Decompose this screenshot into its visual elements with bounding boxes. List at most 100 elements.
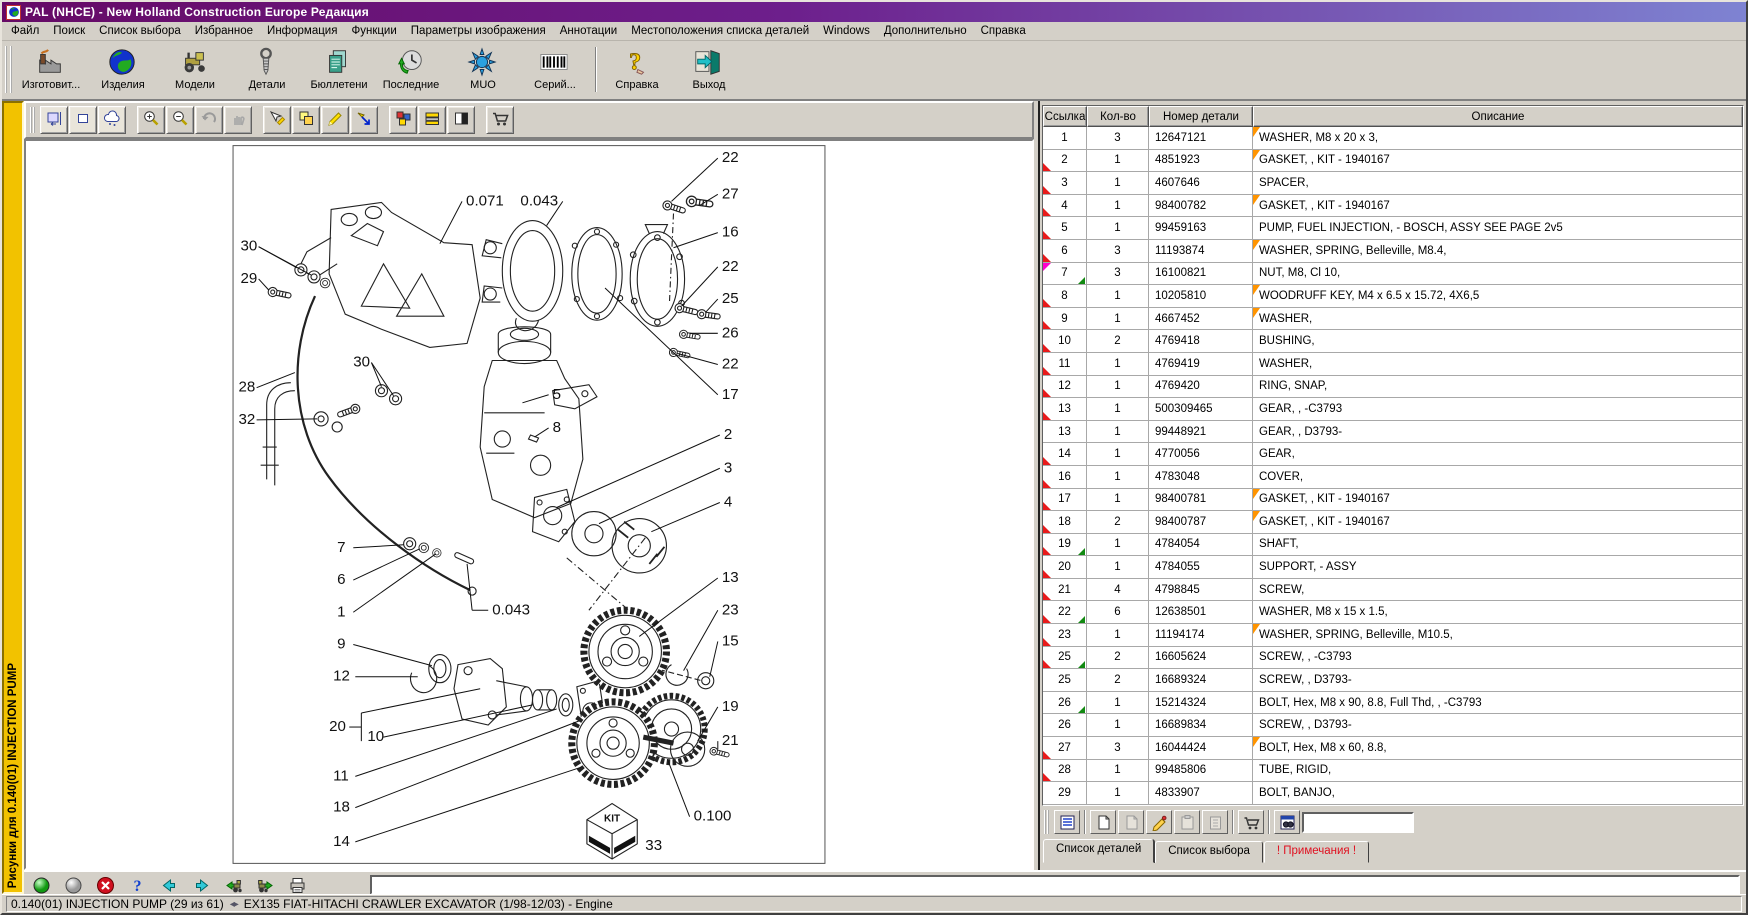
recent-button[interactable]: Последние bbox=[375, 43, 447, 96]
tab-2[interactable]: ! Примечания ! bbox=[1264, 841, 1369, 863]
table-row[interactable]: 23111194174WASHER, SPRING, Belleville, M… bbox=[1043, 624, 1743, 647]
table-row[interactable]: 1024769418BUSHING, bbox=[1043, 330, 1743, 353]
menu-item-параметры-изображения[interactable]: Параметры изображения bbox=[404, 23, 553, 39]
tab-1[interactable]: Список выбора bbox=[1155, 841, 1263, 863]
table-row[interactable]: 7316100821NUT, M8, Cl 10, bbox=[1043, 263, 1743, 286]
close-drawing-icon[interactable] bbox=[94, 874, 116, 896]
help-question-icon[interactable]: ? bbox=[126, 874, 148, 896]
back-arrow-button[interactable] bbox=[158, 874, 180, 896]
table-row[interactable]: 1114769419WASHER, bbox=[1043, 353, 1743, 376]
column-header-1[interactable]: Кол-во bbox=[1087, 106, 1149, 127]
table-row[interactable]: 131500309465GEAR, , -C3793 bbox=[1043, 398, 1743, 421]
delete-note-button[interactable] bbox=[1202, 810, 1228, 834]
copy-note-button[interactable] bbox=[1118, 810, 1144, 834]
footer-grip[interactable] bbox=[1044, 810, 1049, 834]
status-green-indicator[interactable] bbox=[30, 874, 52, 896]
list-view-button[interactable] bbox=[1054, 810, 1080, 834]
next-model-button[interactable] bbox=[254, 874, 276, 896]
table-row[interactable]: 1414770056GEAR, bbox=[1043, 443, 1743, 466]
menu-item-дополнительно[interactable]: Дополнительно bbox=[877, 23, 974, 39]
part-filter-input[interactable] bbox=[1302, 812, 1414, 833]
tab-0[interactable]: Список деталей bbox=[1043, 839, 1154, 863]
menu-item-список-выбора[interactable]: Список выбора bbox=[92, 23, 188, 39]
bulletins-button[interactable]: Бюллетени bbox=[303, 43, 375, 96]
table-row[interactable]: 1214769420RING, SNAP, bbox=[1043, 376, 1743, 399]
table-row[interactable]: 13199448921GEAR, , D3793- bbox=[1043, 421, 1743, 444]
muo-button[interactable]: MUO bbox=[447, 43, 519, 96]
prev-model-button[interactable] bbox=[222, 874, 244, 896]
cart-button[interactable] bbox=[1238, 810, 1264, 834]
menu-item-справка[interactable]: Справка bbox=[974, 23, 1033, 39]
paste-note-button[interactable] bbox=[1174, 810, 1200, 834]
table-row[interactable]: 1614783048COVER, bbox=[1043, 466, 1743, 489]
add-to-cart-button[interactable] bbox=[486, 106, 514, 134]
table-row[interactable]: 18298400787GASKET, , KIT - 1940167 bbox=[1043, 511, 1743, 534]
print-button[interactable] bbox=[286, 874, 308, 896]
annotate-button[interactable] bbox=[263, 106, 291, 134]
exit-button[interactable]: Выход bbox=[673, 43, 745, 96]
table-row[interactable]: 2914833907BOLT, BANJO, bbox=[1043, 782, 1743, 805]
manufacturers-button[interactable]: Изготовит... bbox=[15, 43, 87, 96]
fit-width-button[interactable] bbox=[69, 106, 97, 134]
menu-item-местоположения-списка-деталей[interactable]: Местоположения списка деталей bbox=[624, 23, 816, 39]
table-row[interactable]: 314607646SPACER, bbox=[1043, 172, 1743, 195]
zoom-in-button[interactable] bbox=[137, 106, 165, 134]
zoom-out-button[interactable] bbox=[166, 106, 194, 134]
table-row[interactable]: 914667452WASHER, bbox=[1043, 308, 1743, 331]
table-row[interactable]: 8110205810WOODRUFF KEY, M4 x 6.5 x 15.72… bbox=[1043, 285, 1743, 308]
toolbar-grip[interactable] bbox=[5, 46, 12, 93]
ref-cell: 5 bbox=[1043, 217, 1087, 240]
help-button[interactable]: ?Справка bbox=[601, 43, 673, 96]
table-row[interactable]: 214851923GASKET, , KIT - 1940167 bbox=[1043, 150, 1743, 173]
edit-note-button[interactable] bbox=[1146, 810, 1172, 834]
image-options-button[interactable] bbox=[389, 106, 417, 134]
menu-item-избранное[interactable]: Избранное bbox=[188, 23, 260, 39]
table-row[interactable]: 22612638501WASHER, M8 x 15 x 1.5, bbox=[1043, 601, 1743, 624]
menu-item-windows[interactable]: Windows bbox=[816, 23, 877, 39]
svg-text:0.071: 0.071 bbox=[466, 192, 504, 209]
parts-button[interactable]: Детали bbox=[231, 43, 303, 96]
copy-region-button[interactable] bbox=[292, 106, 320, 134]
invert-button[interactable] bbox=[447, 106, 475, 134]
table-row[interactable]: 1914784054SHAFT, bbox=[1043, 534, 1743, 557]
menu-item-файл[interactable]: Файл bbox=[4, 23, 46, 39]
serial-button[interactable]: Серий... bbox=[519, 43, 591, 96]
menu-item-поиск[interactable]: Поиск bbox=[46, 23, 92, 39]
pan-button[interactable] bbox=[224, 106, 252, 134]
table-row[interactable]: 26116689834SCREW, , D3793- bbox=[1043, 714, 1743, 737]
table-row[interactable]: 5199459163PUMP, FUEL INJECTION, - BOSCH,… bbox=[1043, 217, 1743, 240]
draw-arrow-button[interactable] bbox=[350, 106, 378, 134]
status-gray-indicator[interactable] bbox=[62, 874, 84, 896]
table-row[interactable]: 27316044424BOLT, Hex, M8 x 60, 8.8, bbox=[1043, 737, 1743, 760]
table-row[interactable]: 25216689324SCREW, , D3793- bbox=[1043, 669, 1743, 692]
table-row[interactable]: 2014784055SUPPORT, - ASSY bbox=[1043, 556, 1743, 579]
drawing-toolbar-grip[interactable] bbox=[30, 107, 35, 133]
column-header-2[interactable]: Номер детали bbox=[1149, 106, 1253, 127]
new-note-button[interactable] bbox=[1090, 810, 1116, 834]
drawing-side-strip[interactable]: Рисунки для 0.140(01) INJECTION PUMP bbox=[2, 101, 24, 894]
menu-item-функции[interactable]: Функции bbox=[344, 23, 403, 39]
layers-button[interactable] bbox=[418, 106, 446, 134]
undo-button[interactable] bbox=[195, 106, 223, 134]
models-button[interactable]: Модели bbox=[159, 43, 231, 96]
overview-button[interactable] bbox=[98, 106, 126, 134]
table-row[interactable]: 2144798845SCREW, bbox=[1043, 579, 1743, 602]
column-header-3[interactable]: Описание bbox=[1253, 106, 1743, 127]
fit-page-button[interactable] bbox=[40, 106, 68, 134]
menu-item-аннотации[interactable]: Аннотации bbox=[553, 23, 624, 39]
table-row[interactable]: 17198400781GASKET, , KIT - 1940167 bbox=[1043, 489, 1743, 512]
table-row[interactable]: 25216605624SCREW, , -C3793 bbox=[1043, 647, 1743, 670]
command-input[interactable] bbox=[370, 875, 1740, 895]
table-row[interactable]: 28199485806TUBE, RIGID, bbox=[1043, 760, 1743, 783]
table-row[interactable]: 6311193874WASHER, SPRING, Belleville, M8… bbox=[1043, 240, 1743, 263]
drawing-canvas[interactable]: KIT 222716222526221723413231519210.10033… bbox=[24, 139, 1034, 870]
forward-arrow-button[interactable] bbox=[190, 874, 212, 896]
find-part-button[interactable] bbox=[1274, 810, 1300, 834]
menu-item-информация[interactable]: Информация bbox=[260, 23, 344, 39]
table-row[interactable]: 26115214324BOLT, Hex, M8 x 90, 8.8, Full… bbox=[1043, 692, 1743, 715]
products-button[interactable]: Изделия bbox=[87, 43, 159, 96]
column-header-0[interactable]: Ссылка bbox=[1043, 106, 1087, 127]
table-row[interactable]: 4198400782GASKET, , KIT - 1940167 bbox=[1043, 195, 1743, 218]
highlighter-button[interactable] bbox=[321, 106, 349, 134]
table-row[interactable]: 1312647121WASHER, M8 x 20 x 3, bbox=[1043, 127, 1743, 150]
